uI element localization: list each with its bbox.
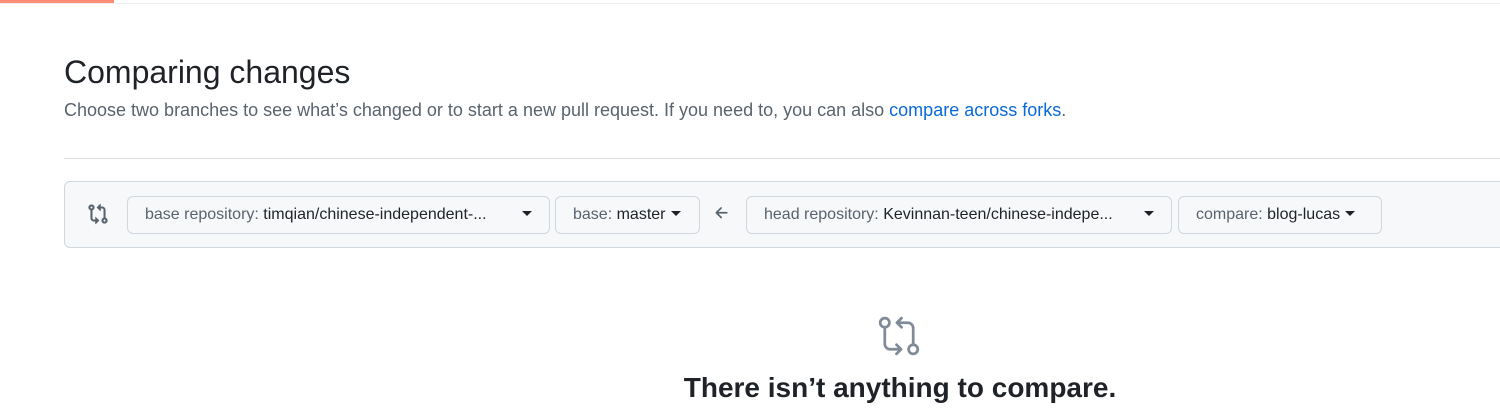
arrow-left-icon — [713, 204, 731, 222]
head-repository-value: Kevinnan-teen/chinese-indepe... — [883, 206, 1113, 223]
divider — [64, 158, 1500, 159]
git-compare-icon — [877, 314, 921, 358]
page-subtitle: Choose two branches to see what’s change… — [64, 100, 1066, 121]
caret-down-icon — [1345, 211, 1356, 217]
compare-across-forks-link[interactable]: compare across forks — [889, 100, 1061, 120]
base-repository-label: base repository: — [145, 206, 259, 223]
range-editor: base repository: timqian/chinese-indepen… — [64, 181, 1500, 248]
subtitle-end: . — [1061, 100, 1067, 120]
base-repository-caret — [517, 197, 532, 233]
base-repository-value: timqian/chinese-independent-... — [263, 206, 487, 223]
compare-branch-label: compare: — [1196, 206, 1263, 223]
head-repository-label: head repository: — [764, 206, 879, 223]
caret-down-icon — [1144, 211, 1154, 217]
base-branch-button[interactable]: base: master — [555, 196, 700, 234]
subtitle-text: Choose two branches to see what’s change… — [64, 100, 890, 120]
compare-branch-button[interactable]: compare: blog-lucas — [1178, 196, 1382, 234]
base-repository-button[interactable]: base repository: timqian/chinese-indepen… — [127, 196, 550, 234]
compare-branch-value: blog-lucas — [1267, 206, 1341, 223]
caret-down-icon — [522, 211, 532, 217]
base-branch-label: base: — [573, 206, 613, 223]
head-repository-caret — [1139, 197, 1154, 233]
page-title: Comparing changes — [64, 54, 351, 90]
git-compare-icon — [87, 203, 109, 225]
header-border — [0, 3, 1500, 4]
caret-down-icon — [670, 211, 681, 217]
base-branch-value: master — [616, 206, 666, 223]
head-repository-button[interactable]: head repository: Kevinnan-teen/chinese-i… — [746, 196, 1172, 234]
blankslate-title: There isn’t anything to compare. — [683, 372, 1117, 403]
